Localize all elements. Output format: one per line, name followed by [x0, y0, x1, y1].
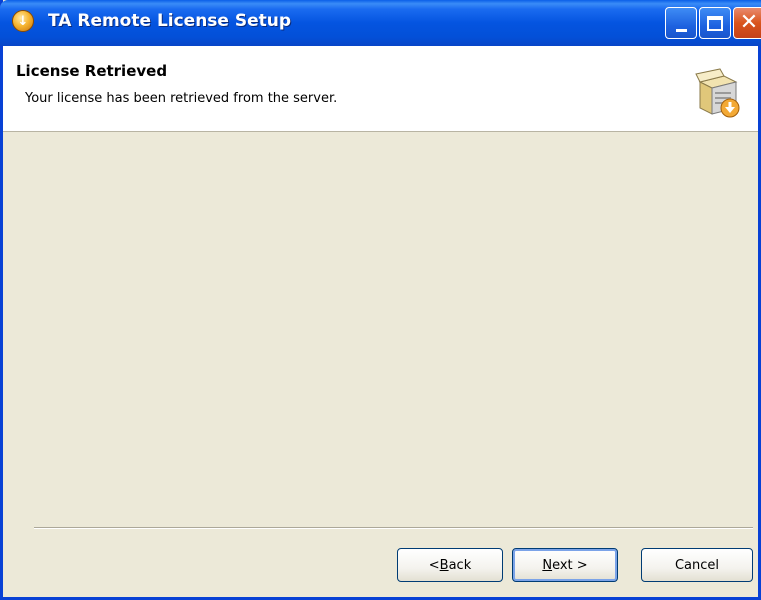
next-button-label: ext > [552, 557, 588, 573]
minimize-button[interactable] [665, 7, 697, 39]
next-button[interactable]: Next > [512, 548, 618, 582]
page-title: License Retrieved [16, 62, 168, 80]
setup-window: ↓ TA Remote License Setup ✕ License Retr… [0, 0, 761, 600]
back-button-prefix: < [428, 557, 440, 573]
app-download-icon: ↓ [12, 10, 34, 32]
maximize-icon [707, 15, 723, 31]
window-title: TA Remote License Setup [48, 11, 292, 31]
next-button-access-key: N [542, 557, 553, 573]
minimize-icon [675, 28, 687, 32]
close-icon: ✕ [739, 10, 759, 35]
wizard-header: License Retrieved Your license has been … [3, 46, 758, 132]
back-button[interactable]: < Back [397, 548, 503, 582]
license-box-download-icon [695, 68, 740, 118]
wizard-content-area [3, 133, 758, 525]
close-button[interactable]: ✕ [733, 7, 761, 39]
page-subtitle: Your license has been retrieved from the… [25, 91, 338, 106]
button-separator [34, 527, 753, 529]
cancel-button[interactable]: Cancel [641, 548, 753, 582]
title-bar[interactable]: ↓ TA Remote License Setup ✕ [0, 0, 761, 46]
back-button-access-key: B [439, 557, 449, 573]
back-button-label: ack [448, 557, 472, 573]
maximize-button[interactable] [699, 7, 731, 39]
